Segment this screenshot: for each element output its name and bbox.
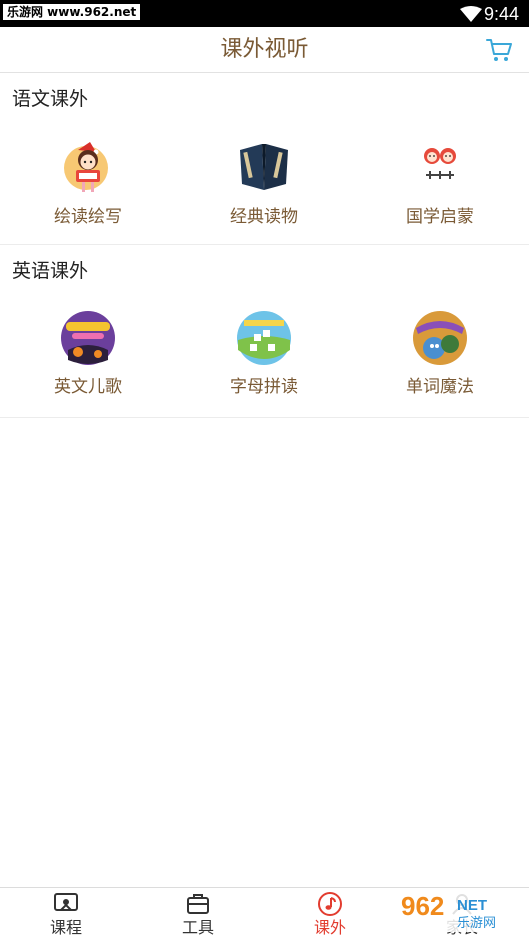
classic-book-icon [240,144,288,190]
item-label: 经典读物 [230,207,298,227]
section-title: 语文课外 [12,88,89,110]
item-label: 国学启蒙 [406,207,474,227]
page-title: 课外视听 [220,37,309,62]
item-label: 英文儿歌 [54,377,122,397]
section-english: 英语课外 英文儿歌 字母拼读 单词魔法 [0,245,529,418]
wallykazam-icon [413,311,467,365]
screen: 乐游网 www.962.net 9:44 课外视听 语文课外 绘读绘写 经典读物… [0,0,529,940]
item-alphabet-phonics[interactable]: 字母拼读 [176,310,352,398]
item-label: 单词魔法 [406,377,474,397]
tab-course[interactable]: 课程 [0,888,132,940]
wifi-icon [460,6,482,22]
item-label: 绘读绘写 [54,207,122,227]
item-jingdian-duwu[interactable]: 经典读物 [176,140,352,228]
tab-extracurricular[interactable]: 课外 [264,888,396,940]
logo-net: NET [457,897,487,914]
logo-digits: 962 [401,891,444,921]
item-grid: 绘读绘写 经典读物 国学启蒙 [0,140,529,228]
course-icon [54,893,78,911]
tongxueguan-logo-icon [424,148,456,180]
super-simple-songs-icon [61,311,115,365]
962-watermark-logo: 962 NET 乐游网 [395,888,527,932]
status-bar: 乐游网 www.962.net 9:44 [0,0,529,27]
alphabet-phonics-icon [237,311,291,365]
cart-icon[interactable] [485,36,513,64]
section-title: 英语课外 [12,260,89,282]
item-word-magic[interactable]: 单词魔法 [352,310,528,398]
clock: 9:44 [483,4,519,24]
cartoon-girl-reading-icon [64,142,108,192]
item-label: 字母拼读 [230,377,298,397]
tab-label: 工具 [181,918,214,937]
section-chinese: 语文课外 绘读绘写 经典读物 国学启蒙 [0,74,529,245]
item-guoxue-qimeng[interactable]: 国学启蒙 [352,140,528,228]
header: 课外视听 [0,27,529,73]
logo-cn: 乐游网 [457,916,496,931]
toolbox-icon [187,894,209,914]
tab-label: 课外 [313,918,346,937]
item-huidu-huixie[interactable]: 绘读绘写 [0,140,176,228]
item-grid: 英文儿歌 字母拼读 单词魔法 [0,310,529,398]
music-note-icon [318,892,342,916]
tab-tools[interactable]: 工具 [132,888,264,940]
site-watermark: 乐游网 www.962.net [3,4,141,20]
tab-label: 课程 [49,918,82,937]
item-english-songs[interactable]: 英文儿歌 [0,310,176,398]
